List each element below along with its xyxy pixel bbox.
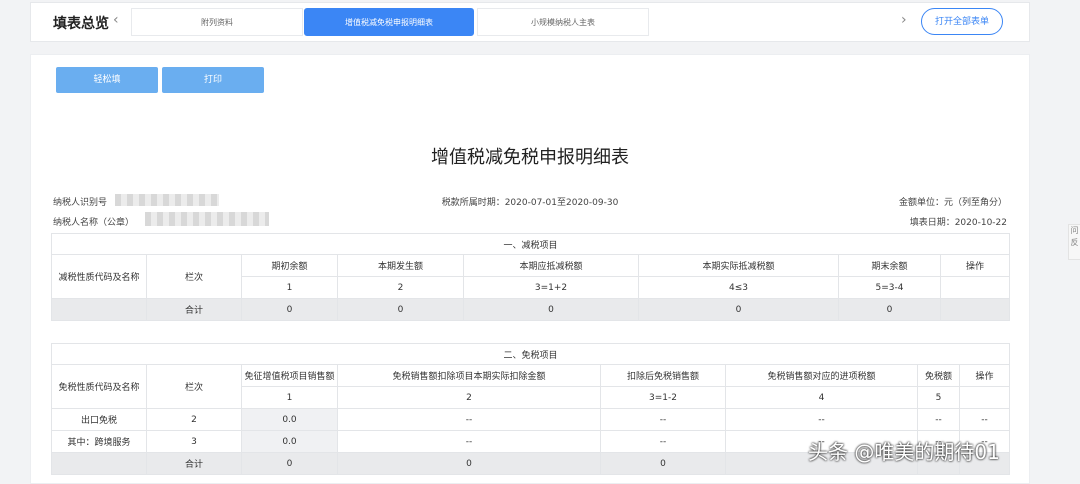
column-header: 减税性质代码及名称: [51, 254, 147, 299]
table-cell: --: [337, 408, 601, 431]
column-header: 期末余额: [838, 254, 941, 277]
row-name: 其中：跨境服务: [51, 430, 147, 453]
column-number: 1: [241, 386, 338, 409]
table-cell: --: [917, 408, 960, 431]
column-header: 本期发生额: [337, 254, 464, 277]
watermark: 头条 @唯美的期待01: [808, 440, 1000, 464]
page-title: 填表总览: [53, 16, 109, 32]
column-header: 免税销售额扣除项目本期实际扣除金额: [337, 364, 601, 387]
column-number: 4: [725, 386, 918, 409]
tab-small-taxpayer-main[interactable]: 小规模纳税人主表: [477, 8, 649, 36]
row-number: 3: [146, 430, 242, 453]
table-cell: --: [958, 408, 1011, 431]
easy-fill-button[interactable]: 轻松填: [56, 67, 158, 93]
column-header: 本期应抵减税额: [463, 254, 639, 277]
column-number: 3=1-2: [600, 386, 726, 409]
column-header: 免税性质代码及名称: [51, 364, 147, 409]
table-cell: --: [337, 430, 601, 453]
chevron-left-icon[interactable]: ‹: [113, 12, 119, 28]
tax-period: 税款所属时期：2020-07-01至2020-09-30: [441, 198, 619, 208]
top-nav-bar: 填表总览 ‹ 附列资料 增值税减免税申报明细表 小规模纳税人主表 › 打开全部表…: [30, 2, 1030, 42]
column-header: 期初余额: [241, 254, 338, 277]
column-number: [958, 386, 1011, 409]
total-value: 0: [463, 298, 639, 321]
table-cell: --: [725, 408, 918, 431]
column-number: 3=1+2: [463, 276, 639, 299]
column-header: 栏次: [146, 364, 242, 409]
column-header: 免税销售额对应的进项税额: [725, 364, 918, 387]
column-header: 本期实际抵减税额: [638, 254, 839, 277]
total-value: 0: [337, 298, 464, 321]
print-button[interactable]: 打印: [162, 67, 264, 93]
total-label: 合计: [146, 298, 242, 321]
row-number: 2: [146, 408, 242, 431]
total-name-cell: [51, 298, 147, 321]
total-value: 0: [638, 298, 839, 321]
total-value: 0: [337, 452, 601, 475]
table-cell: --: [600, 408, 726, 431]
amount-unit: 金额单位：元（列至角分）: [898, 198, 1007, 208]
feedback-side-tab[interactable]: 问反: [1068, 224, 1080, 260]
column-number: 1: [241, 276, 338, 299]
chevron-right-icon[interactable]: ›: [901, 12, 907, 28]
column-number: 2: [337, 386, 601, 409]
column-number: 2: [337, 276, 464, 299]
total-value: 0: [241, 452, 338, 475]
total-label: 合计: [146, 452, 242, 475]
column-header: 操作: [958, 364, 1011, 387]
form-panel: 轻松填 打印 增值税减免税申报明细表 纳税人识别号 税款所属时期：2020-07…: [30, 54, 1030, 484]
form-title: 增值税减免税申报明细表: [431, 147, 629, 168]
column-number: 5=3-4: [838, 276, 941, 299]
column-header: 扣除后免税销售额: [600, 364, 726, 387]
amount-input-cell[interactable]: 0.0: [241, 408, 338, 431]
column-header: 栏次: [146, 254, 242, 299]
table-row: 出口免税 2 0.0 -- -- -- -- --: [51, 408, 1011, 431]
table-cell: --: [600, 430, 726, 453]
amount-input-cell[interactable]: 0.0: [241, 430, 338, 453]
fill-date: 填表日期：2020-10-22: [909, 218, 1007, 228]
section-title: 一、减税项目: [50, 233, 1011, 255]
section-title: 二、免税项目: [50, 343, 1011, 365]
total-name-cell: [51, 452, 147, 475]
total-value: 0: [838, 298, 941, 321]
total-value: 0: [241, 298, 338, 321]
column-number: 5: [917, 386, 960, 409]
total-value: [939, 298, 1011, 321]
redacted-taxpayer-name: [145, 212, 269, 226]
tab-attachments[interactable]: 附列资料: [131, 8, 303, 36]
open-all-forms-button[interactable]: 打开全部表单: [921, 8, 1003, 35]
total-value: 0: [600, 452, 726, 475]
total-row: 合计 0 0 0 0 0: [51, 298, 1011, 321]
column-header: 免税额: [917, 364, 960, 387]
taxpayer-name-label: 纳税人名称（公章）: [53, 218, 135, 228]
column-number: [939, 276, 1011, 299]
reduction-items-table: 一、减税项目 减税性质代码及名称 栏次 期初余额 本期发生额 本期应抵减税额 本…: [50, 233, 1011, 321]
column-header: 操作: [939, 254, 1011, 277]
row-name: 出口免税: [51, 408, 147, 431]
column-header: 免征增值税项目销售额: [241, 364, 338, 387]
column-number: 4≤3: [638, 276, 839, 299]
tab-vat-reduction-detail[interactable]: 增值税减免税申报明细表: [304, 8, 474, 36]
